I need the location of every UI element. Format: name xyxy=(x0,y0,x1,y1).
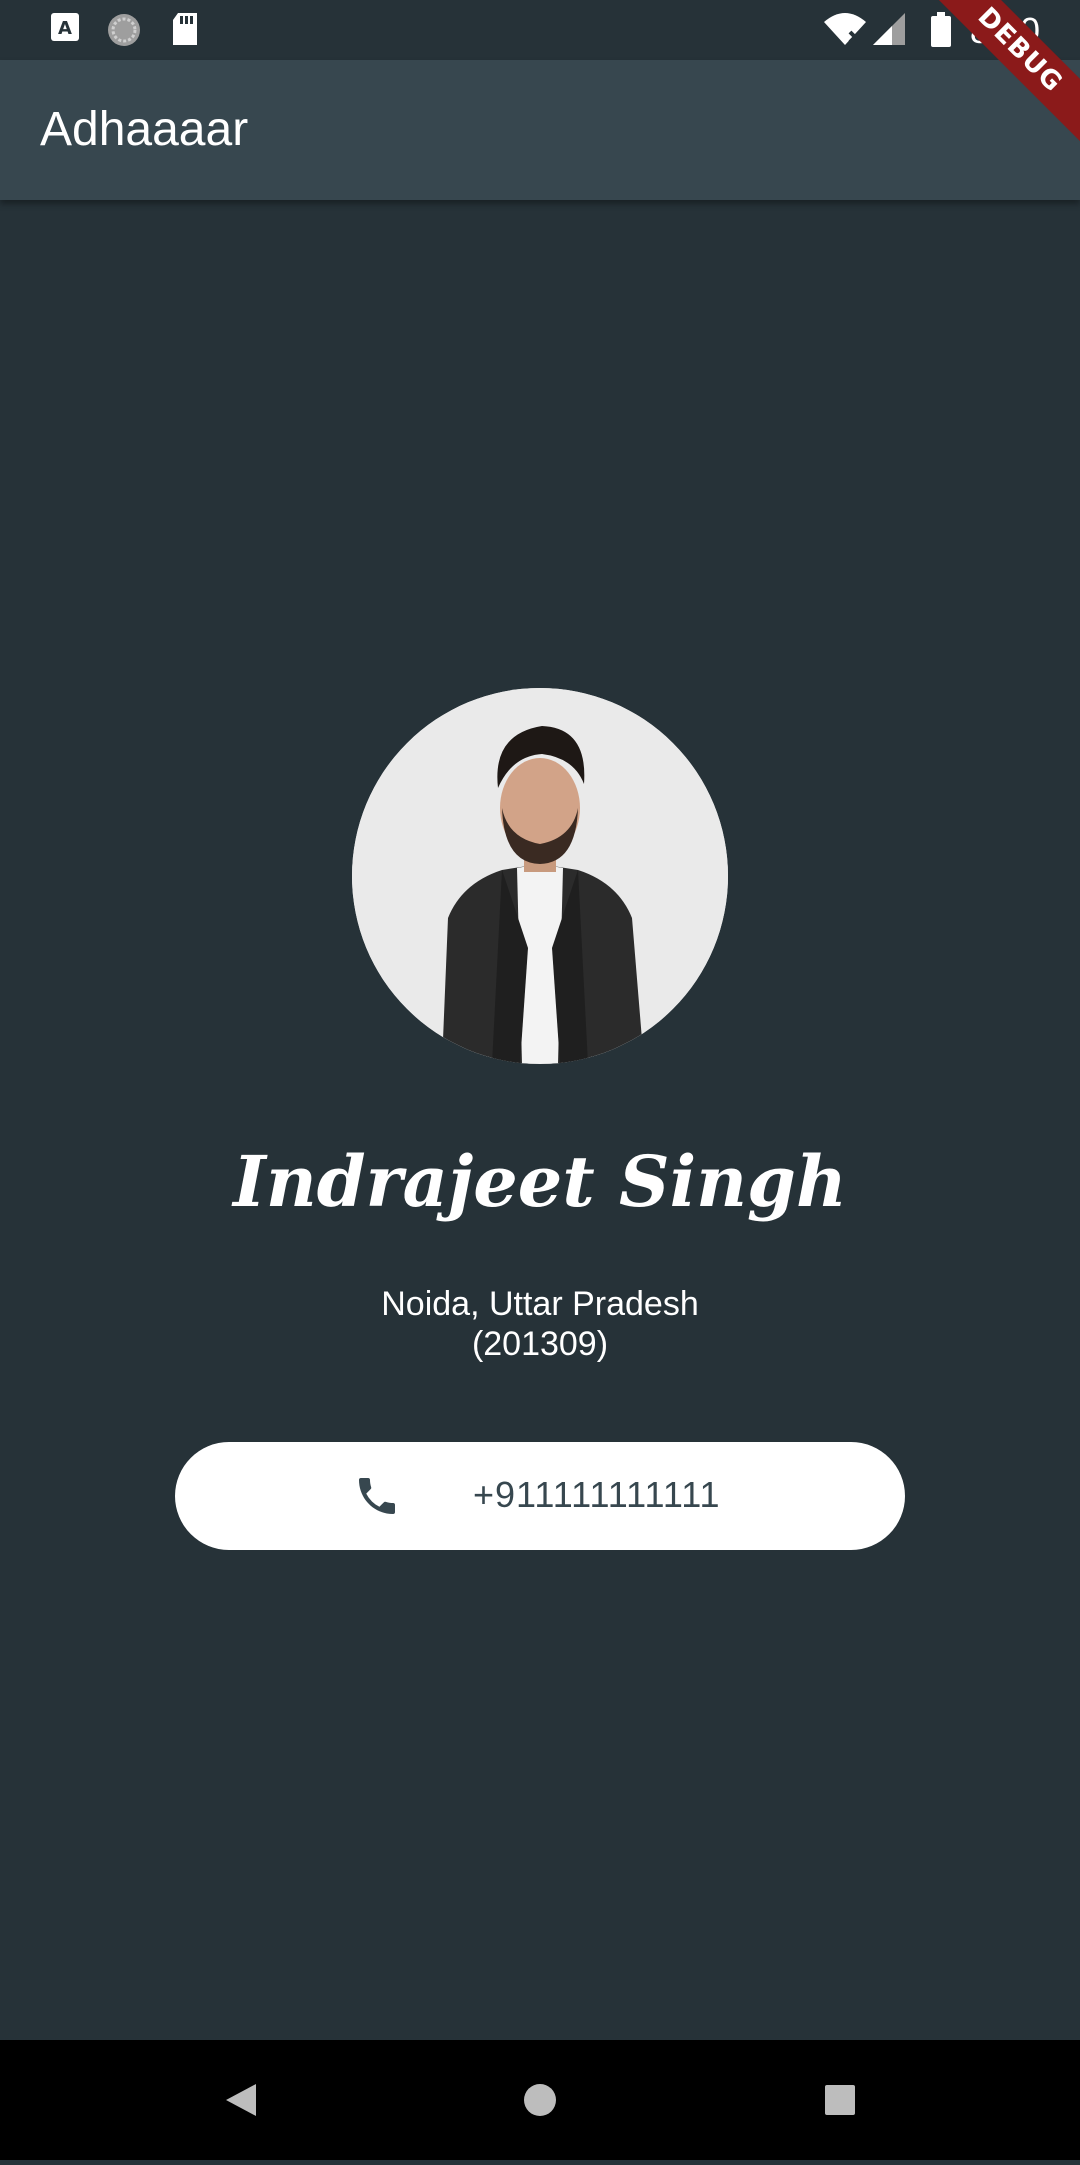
app-bar: Adhaaaar xyxy=(0,60,1080,200)
back-icon xyxy=(226,2084,256,2116)
address-line: Noida, Uttar Pradesh xyxy=(381,1285,699,1323)
home-button[interactable] xyxy=(470,2040,610,2160)
back-button[interactable] xyxy=(170,2040,310,2160)
recents-button[interactable] xyxy=(770,2040,910,2160)
phone-button[interactable]: +911111111111 xyxy=(175,1442,905,1550)
home-icon xyxy=(524,2084,556,2116)
svg-text:A: A xyxy=(58,18,72,39)
font-icon: A xyxy=(50,12,80,47)
sync-icon xyxy=(106,12,142,53)
phone-icon xyxy=(353,1472,401,1520)
status-bar: A 8:20 xyxy=(0,0,1080,60)
profile-photo xyxy=(352,688,728,1064)
address: Noida, Uttar Pradesh (201309) xyxy=(0,1284,1080,1364)
person-name: Indrajeet Singh xyxy=(233,1140,847,1223)
sd-card-icon xyxy=(170,12,200,51)
battery-icon xyxy=(930,12,952,53)
app-title: Adhaaaar xyxy=(40,103,249,156)
postal-code: (201309) xyxy=(471,1325,609,1363)
avatar xyxy=(352,688,728,1064)
recents-icon xyxy=(825,2085,855,2115)
navigation-bar xyxy=(0,2040,1080,2160)
phone-number: +911111111111 xyxy=(473,1474,721,1515)
cell-signal-icon xyxy=(872,12,906,51)
wifi-off-icon xyxy=(822,12,868,51)
